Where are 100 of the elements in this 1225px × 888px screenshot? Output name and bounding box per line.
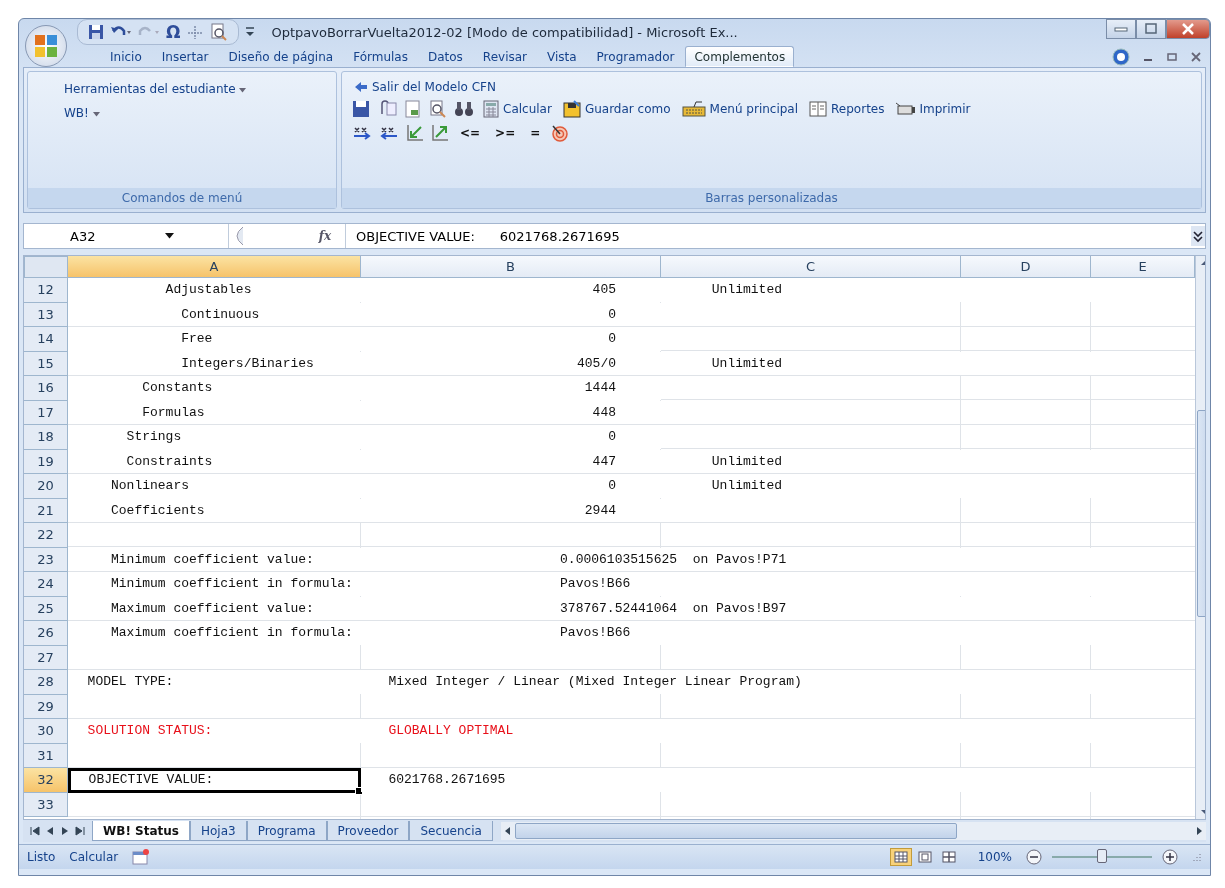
operator-button[interactable]: =: [526, 126, 545, 140]
last-sheet-icon[interactable]: [74, 825, 86, 837]
save-icon[interactable]: [352, 100, 370, 118]
restore-icon[interactable]: [1166, 50, 1178, 63]
row-header[interactable]: 24: [24, 572, 68, 597]
horizontal-scrollbar[interactable]: [500, 822, 1206, 840]
save-icon[interactable]: [88, 24, 104, 40]
row-header[interactable]: 26: [24, 621, 68, 646]
ribbon-tab[interactable]: Revisar: [473, 46, 536, 67]
operator-button[interactable]: >=: [491, 126, 520, 140]
row-header[interactable]: 13: [24, 302, 68, 327]
maximize-button[interactable]: [1136, 19, 1166, 39]
row-header[interactable]: 17: [24, 400, 68, 425]
resize-grip-icon[interactable]: [1192, 852, 1202, 862]
row-header[interactable]: 15: [24, 351, 68, 376]
table-cell: 0: [361, 474, 661, 498]
ribbon-tab[interactable]: Complementos: [685, 46, 795, 67]
ribbon-tab[interactable]: Fórmulas: [344, 46, 417, 67]
calculator-icon: [483, 100, 499, 118]
zoom-out-icon[interactable]: [1026, 849, 1042, 865]
status-text: Calcular: [69, 850, 119, 864]
zoom-in-icon[interactable]: [1162, 849, 1178, 865]
toolbar-button[interactable]: Guardar como: [560, 100, 673, 118]
column-header[interactable]: C: [661, 256, 961, 278]
row-header[interactable]: 20: [24, 474, 68, 499]
sheet-tab[interactable]: Programa: [246, 821, 327, 841]
table-cell: Pavos!B66: [361, 572, 1195, 596]
close-icon[interactable]: [1190, 50, 1202, 63]
column-header[interactable]: A: [68, 256, 361, 278]
row-header[interactable]: 16: [24, 376, 68, 401]
maximize-icon: [1144, 23, 1158, 35]
row-header[interactable]: 18: [24, 425, 68, 450]
dropdown-caret-icon[interactable]: [165, 233, 175, 239]
book-icon: [809, 101, 828, 117]
close-button[interactable]: [1166, 19, 1210, 39]
menu-button[interactable]: Herramientas del estudiante: [38, 80, 326, 98]
row-header[interactable]: 25: [24, 596, 68, 621]
ribbon-tab[interactable]: Vista: [538, 46, 586, 67]
first-sheet-icon[interactable]: [29, 825, 41, 837]
row-header[interactable]: 28: [24, 670, 68, 695]
sheet-tab[interactable]: Hoja3: [189, 821, 247, 841]
column-header[interactable]: D: [961, 256, 1091, 278]
name-box[interactable]: A32: [24, 224, 229, 248]
document-icon[interactable]: [404, 100, 422, 118]
minimize-icon: [1114, 25, 1128, 33]
toolbar-button[interactable]: Imprimir: [893, 102, 973, 116]
menu-button[interactable]: WB!: [38, 104, 326, 122]
row-header[interactable]: 27: [24, 645, 68, 670]
arrow-right-icon[interactable]: [352, 124, 372, 142]
ribbon-tab[interactable]: Datos: [418, 46, 472, 67]
sheet-tab[interactable]: Proveedor: [326, 821, 410, 841]
toolbar-button[interactable]: Calcular: [481, 100, 554, 118]
chart-down-icon[interactable]: [406, 124, 424, 142]
target-icon[interactable]: [551, 124, 570, 142]
window-title: OptpavoBorrarVuelta2012-02 [Modo de compatibilidad] - Microsoft Ex...: [271, 24, 739, 40]
table-cell: 1444: [361, 376, 661, 400]
arrow-left-icon[interactable]: [379, 124, 399, 142]
minimize-button[interactable]: [1106, 19, 1136, 39]
print-preview-icon[interactable]: [429, 100, 447, 118]
binoculars-icon[interactable]: [454, 100, 474, 118]
view-button[interactable]: [889, 848, 912, 866]
customize-caret-icon[interactable]: [245, 26, 256, 38]
column-header[interactable]: E: [1091, 256, 1195, 278]
office-button[interactable]: [25, 25, 67, 67]
ribbon-tab[interactable]: Programador: [587, 46, 684, 67]
zoom-level[interactable]: 100%: [977, 850, 1012, 864]
exit-button[interactable]: Salir del Modelo CFN: [352, 80, 1191, 94]
sheet-tab[interactable]: Secuencia: [409, 821, 493, 841]
ribbon-tab[interactable]: Diseño de página: [219, 46, 343, 67]
column-header[interactable]: B: [361, 256, 661, 278]
row-header[interactable]: 29: [24, 694, 68, 719]
sheet-tab[interactable]: WB! Status: [92, 821, 190, 841]
insert-function-button[interactable]: fx: [305, 229, 345, 243]
row-header[interactable]: 33: [24, 792, 68, 817]
page-break-icon: [941, 851, 956, 863]
row-header[interactable]: 12: [24, 278, 68, 303]
status-text: Listo: [27, 850, 56, 864]
group-label: Barras personalizadas: [342, 188, 1201, 208]
row-header[interactable]: 31: [24, 743, 68, 768]
macro-record-icon[interactable]: [132, 849, 151, 865]
scroll-thumb[interactable]: [514, 823, 957, 839]
row-header[interactable]: 21: [24, 498, 68, 523]
print-preview-icon[interactable]: [210, 23, 229, 41]
row-header[interactable]: 23: [24, 547, 68, 572]
help-icon[interactable]: [1112, 47, 1130, 66]
row-header[interactable]: 30: [24, 719, 68, 744]
ribbon-tab[interactable]: Inicio: [101, 46, 151, 67]
row-header[interactable]: 22: [24, 523, 68, 548]
ribbon-tab[interactable]: Insertar: [152, 46, 218, 67]
operator-button[interactable]: <=: [456, 126, 485, 140]
chart-up-icon[interactable]: [431, 124, 449, 142]
zoom-slider[interactable]: [1097, 849, 1107, 863]
row-header[interactable]: 19: [24, 449, 68, 474]
row-header[interactable]: 32: [24, 768, 68, 793]
omega-symbol-button[interactable]: Ω: [166, 22, 181, 42]
row-header[interactable]: 14: [24, 327, 68, 352]
toolbar-button[interactable]: Reportes: [807, 101, 887, 117]
projector-icon: [895, 102, 916, 116]
toolbar-button[interactable]: Menú principal: [679, 101, 801, 117]
expand-icon[interactable]: [1191, 226, 1205, 246]
